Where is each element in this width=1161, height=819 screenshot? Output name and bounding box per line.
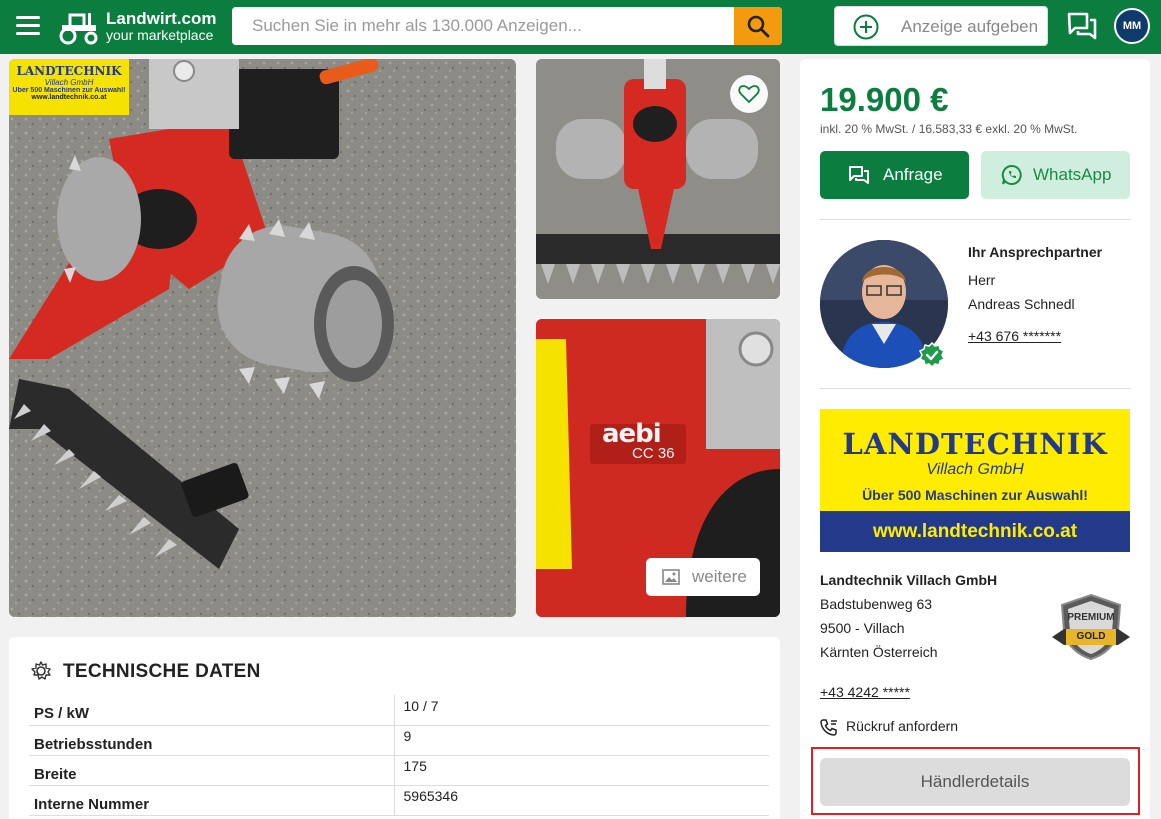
brand-name: Landwirt.com bbox=[106, 9, 217, 28]
contact-name: Andreas Schnedl bbox=[968, 296, 1075, 312]
price: 19.900 € bbox=[820, 81, 949, 118]
image-icon bbox=[662, 569, 680, 585]
brand-tagline: your marketplace bbox=[106, 27, 214, 43]
mower-photo bbox=[9, 59, 516, 617]
contact-heading: Ihr Ansprechpartner bbox=[968, 244, 1103, 260]
spec-key: Breite bbox=[29, 755, 394, 786]
spec-key: Betriebsstunden bbox=[29, 725, 394, 756]
dealer-details-button[interactable]: Händlerdetails bbox=[820, 758, 1130, 806]
more-images-label: weitere bbox=[692, 567, 747, 586]
seller-sidebar: 19.900 € inkl. 20 % MwSt. / 16.583,33 € … bbox=[800, 59, 1150, 819]
spec-value: 9 bbox=[393, 725, 769, 756]
contact-salutation: Herr bbox=[968, 272, 996, 288]
table-row: Betriebsstunden 9 bbox=[29, 725, 769, 756]
spec-value: 175 bbox=[393, 755, 769, 786]
dealer-region: Kärnten Österreich bbox=[820, 644, 938, 660]
post-ad-label: Anzeige aufgeben bbox=[901, 17, 1039, 36]
banner-title: LANDTECHNIK bbox=[842, 427, 1108, 461]
user-avatar[interactable]: MM bbox=[1114, 8, 1150, 44]
contact-phone-link[interactable]: +43 676 ******* bbox=[968, 328, 1061, 344]
site-logo[interactable]: Landwirt.com your marketplace bbox=[56, 9, 226, 45]
search-input[interactable] bbox=[232, 7, 734, 45]
gear-icon bbox=[31, 661, 51, 680]
divider bbox=[820, 219, 1130, 220]
verified-check-icon bbox=[918, 342, 946, 369]
whatsapp-icon bbox=[1001, 164, 1022, 185]
inquiry-button[interactable]: Anfrage bbox=[820, 151, 969, 199]
table-row: Interne Nummer 5965346 bbox=[29, 785, 769, 816]
price-tax-note: inkl. 20 % MwSt. / 16.583,33 € exkl. 20 … bbox=[820, 122, 1078, 136]
watermark-logo: LANDTECHNIK Villach GmbH Über 500 Maschi… bbox=[9, 59, 129, 115]
dealer-name: Landtechnik Villach GmbH bbox=[820, 572, 998, 588]
phone-callback-icon bbox=[820, 719, 837, 736]
technical-data-title: TECHNISCHE DATEN bbox=[63, 661, 261, 682]
inquiry-label: Anfrage bbox=[883, 165, 943, 184]
spec-value: 10 / 7 bbox=[393, 695, 769, 726]
banner-claim: Über 500 Maschinen zur Auswahl! bbox=[862, 487, 1088, 503]
spec-key: Interne Nummer bbox=[29, 785, 394, 816]
badge-gold-text: GOLD bbox=[1076, 631, 1106, 642]
heart-icon bbox=[738, 85, 760, 104]
dealer-city: 9500 - Villach bbox=[820, 620, 905, 636]
whatsapp-label: WhatsApp bbox=[1033, 165, 1112, 184]
main-product-image[interactable]: LANDTECHNIK Villach GmbH Über 500 Maschi… bbox=[9, 59, 516, 617]
callback-label: Rückruf anfordern bbox=[846, 718, 959, 734]
product-model: CC 36 bbox=[632, 445, 675, 462]
technical-data-panel: TECHNISCHE DATEN PS / kW 10 / 7 Betriebs… bbox=[9, 637, 780, 819]
badge-premium-text: PREMIUM bbox=[1067, 612, 1115, 623]
dealer-street: Badstubenweg 63 bbox=[820, 596, 933, 612]
chat-icon bbox=[849, 166, 869, 184]
spec-key: PS / kW bbox=[29, 695, 394, 726]
dealer-phone-link[interactable]: +43 4242 ***** bbox=[820, 684, 910, 700]
premium-gold-badge: PREMIUM GOLD bbox=[1052, 593, 1130, 666]
watermark-subtitle: Villach GmbH bbox=[44, 78, 94, 87]
watermark-title: LANDTECHNIK bbox=[16, 64, 122, 78]
watermark-url: www.landtechnik.co.at bbox=[31, 94, 107, 101]
search-button[interactable] bbox=[734, 7, 782, 45]
divider bbox=[820, 388, 1130, 389]
menu-icon[interactable] bbox=[14, 13, 42, 39]
technical-data-table: PS / kW 10 / 7 Betriebsstunden 9 Breite … bbox=[29, 695, 769, 816]
messages-icon[interactable] bbox=[1066, 10, 1098, 42]
banner-subtitle: Villach GmbH bbox=[926, 461, 1024, 478]
whatsapp-button[interactable]: WhatsApp bbox=[981, 151, 1130, 199]
table-row: PS / kW 10 / 7 bbox=[29, 695, 769, 726]
dealer-banner[interactable]: LANDTECHNIK Villach GmbH Über 500 Maschi… bbox=[820, 409, 1130, 552]
premium-shield-icon bbox=[1052, 593, 1130, 661]
banner-url: www.landtechnik.co.at bbox=[872, 521, 1078, 542]
search-icon bbox=[747, 15, 770, 38]
post-ad-button[interactable]: Anzeige aufgeben bbox=[834, 6, 1048, 46]
plus-circle-icon bbox=[853, 14, 879, 40]
top-navbar: Landwirt.com your marketplace Anzeige au… bbox=[0, 0, 1161, 54]
spec-value: 5965346 bbox=[393, 785, 769, 816]
watermark-claim: Über 500 Maschinen zur Auswahl! bbox=[12, 87, 126, 94]
more-images-button[interactable]: weitere bbox=[646, 558, 760, 596]
tractor-icon bbox=[59, 13, 98, 45]
favorite-button[interactable] bbox=[730, 75, 768, 113]
search-bar bbox=[232, 7, 782, 45]
table-row: Breite 175 bbox=[29, 755, 769, 786]
